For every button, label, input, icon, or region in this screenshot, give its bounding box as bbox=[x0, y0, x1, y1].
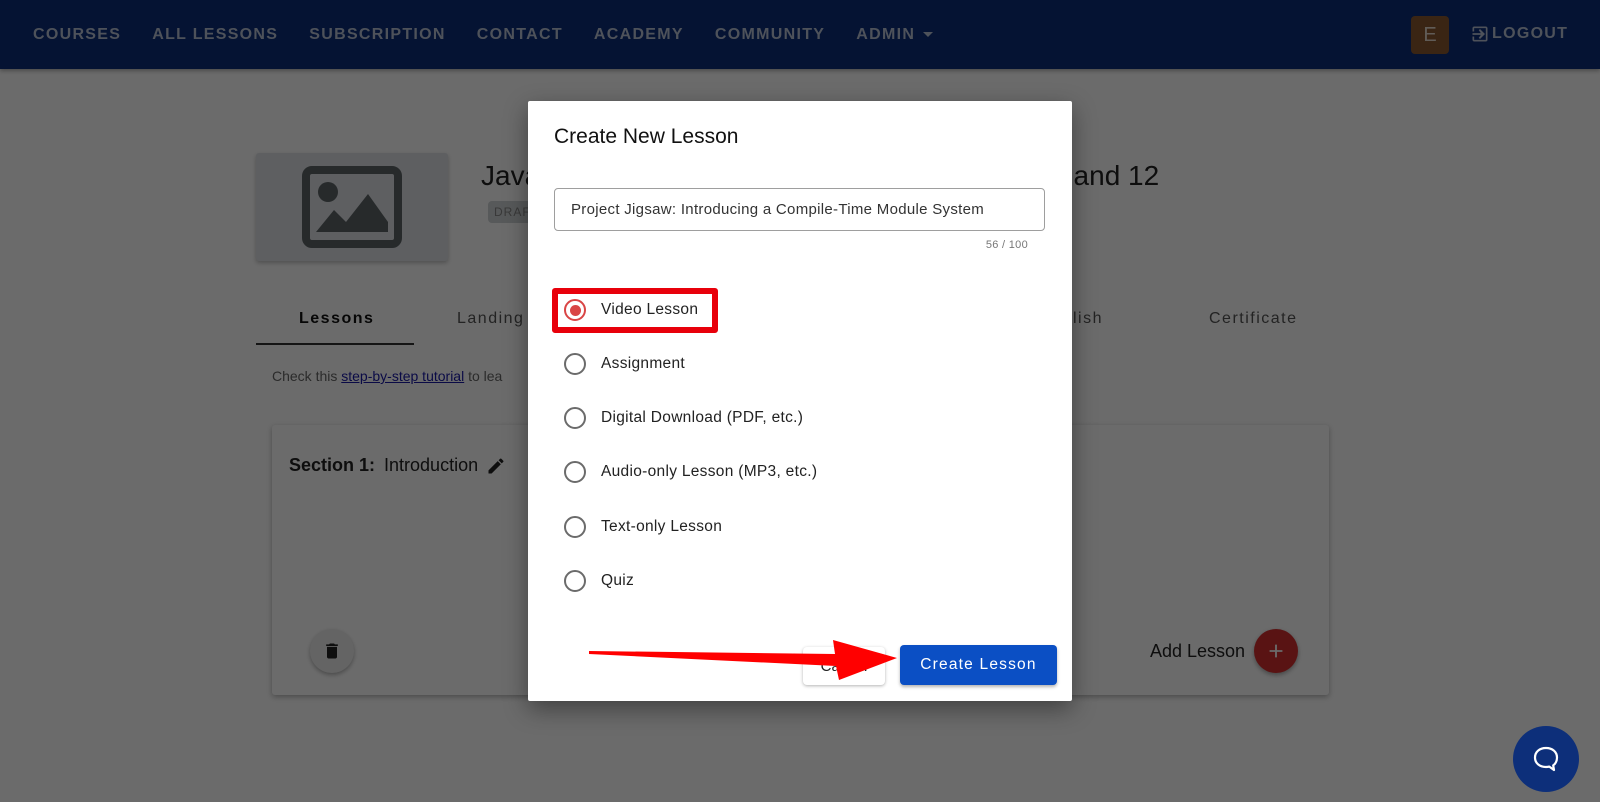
radio-label: Video Lesson bbox=[601, 301, 699, 318]
radio-text-only[interactable]: Text-only Lesson bbox=[564, 516, 722, 538]
chat-widget-button[interactable] bbox=[1513, 726, 1579, 792]
chat-bubble-icon bbox=[1533, 746, 1559, 772]
radio-button[interactable] bbox=[564, 353, 586, 375]
radio-label: Quiz bbox=[601, 572, 635, 589]
radio-assignment[interactable]: Assignment bbox=[564, 353, 685, 375]
radio-button[interactable] bbox=[564, 461, 586, 483]
radio-digital-download[interactable]: Digital Download (PDF, etc.) bbox=[564, 407, 803, 429]
radio-label: Audio-only Lesson (MP3, etc.) bbox=[601, 463, 818, 480]
radio-quiz[interactable]: Quiz bbox=[564, 570, 634, 592]
radio-video-lesson[interactable]: Video Lesson bbox=[564, 299, 698, 321]
lesson-title-input[interactable] bbox=[554, 188, 1045, 231]
radio-label: Assignment bbox=[601, 355, 685, 372]
radio-button[interactable] bbox=[564, 407, 586, 429]
dialog-title: Create New Lesson bbox=[554, 125, 739, 148]
create-lesson-dialog: Create New Lesson 56 / 100 Video Lesson … bbox=[528, 101, 1072, 701]
radio-button-checked[interactable] bbox=[564, 299, 586, 321]
radio-label: Digital Download (PDF, etc.) bbox=[601, 409, 804, 426]
radio-button[interactable] bbox=[564, 516, 586, 538]
radio-button[interactable] bbox=[564, 570, 586, 592]
character-counter: 56 / 100 bbox=[985, 239, 1028, 251]
create-lesson-button[interactable]: Create Lesson bbox=[900, 645, 1057, 685]
cancel-button[interactable]: Cancel bbox=[803, 647, 885, 685]
radio-label: Text-only Lesson bbox=[601, 518, 723, 535]
radio-audio-only[interactable]: Audio-only Lesson (MP3, etc.) bbox=[564, 461, 817, 483]
